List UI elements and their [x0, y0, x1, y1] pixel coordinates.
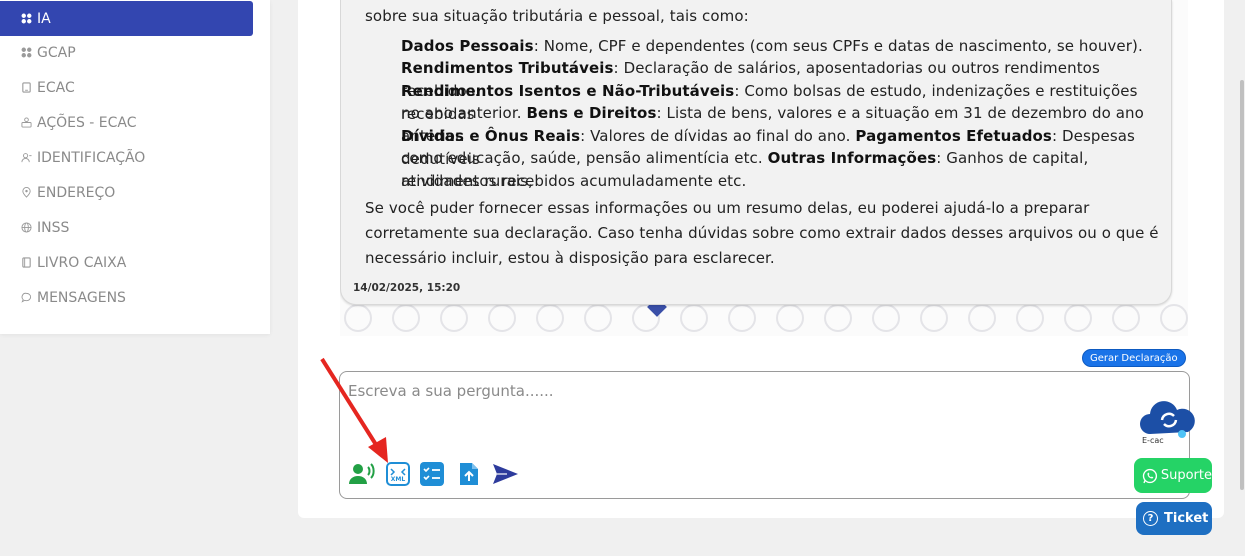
ecac-label: E-cac [1142, 436, 1164, 445]
page-scroll-thumb[interactable] [1240, 80, 1244, 490]
message-outro-line-3: necessário incluir, estou à disposição p… [365, 249, 775, 267]
suporte-label: Suporte [1160, 468, 1212, 483]
sidebar-item-identificacao[interactable]: IDENTIFICAÇÃO [0, 140, 253, 175]
ticket-label: Ticket [1164, 511, 1209, 526]
sidebar-item-label: AÇÕES - ECAC [37, 114, 137, 131]
question-input-box: XML [339, 371, 1190, 499]
sidebar-item-gcap[interactable]: GCAP [0, 35, 253, 70]
suporte-button[interactable]: Suporte [1134, 458, 1212, 493]
tablet-icon [21, 82, 32, 93]
message-item-continued: rendimentos recebidos acumuladamente etc… [401, 172, 747, 190]
sidebar-item-label: MENSAGENS [37, 289, 126, 306]
chat-area: sobre sua situação tributária e pessoal,… [340, 0, 1188, 336]
cloud-sync-icon [1140, 401, 1195, 438]
gerar-declaracao-button[interactable]: Gerar Declaração [1082, 349, 1186, 367]
message-intro: sobre sua situação tributária e pessoal,… [365, 7, 749, 25]
sidebar-item-label: ECAC [37, 79, 75, 96]
sidebar-item-livro-caixa[interactable]: LIVRO CAIXA [0, 245, 253, 280]
whatsapp-icon [1142, 468, 1158, 483]
sidebar-item-ecac[interactable]: ECAC [0, 70, 253, 105]
sidebar-item-label: INSS [37, 219, 70, 236]
svg-text:XML: XML [391, 476, 406, 483]
book-icon [21, 257, 32, 268]
main-panel: sobre sua situação tributária e pessoal,… [298, 0, 1224, 518]
message-timestamp: 14/02/2025, 15:20 [353, 282, 461, 294]
checklist-icon[interactable] [418, 460, 446, 488]
ecac-widget[interactable]: E-cac [1138, 398, 1200, 448]
ticket-button[interactable]: ? Ticket [1136, 502, 1212, 535]
assistant-message-bubble: sobre sua situação tributária e pessoal,… [340, 0, 1172, 305]
location-icon [21, 187, 32, 198]
sidebar: IA GCAP ECAC AÇÕES - ECAC IDENTIFICAÇÃO … [0, 0, 270, 334]
message-outro-line-2: corretamente sua declaração. Caso tenha … [365, 224, 1159, 242]
apps-icon [21, 47, 32, 58]
sidebar-item-inss[interactable]: INSS [0, 210, 253, 245]
sidebar-item-mensagens[interactable]: MENSAGENS [0, 280, 253, 315]
chat-icon [21, 292, 32, 303]
sidebar-item-label: ENDEREÇO [37, 184, 116, 201]
globe-icon [21, 222, 32, 233]
sidebar-item-label: IA [37, 10, 51, 27]
send-icon[interactable] [491, 460, 519, 488]
person-icon [21, 152, 32, 163]
message-item-dados-pessoais: Dados Pessoais: Nome, CPF e dependentes … [401, 37, 1143, 55]
people-icon [21, 117, 32, 128]
sidebar-item-label: GCAP [37, 44, 76, 61]
message-outro-line-1: Se você puder fornecer essas informações… [365, 199, 1090, 217]
file-upload-icon[interactable] [455, 460, 483, 488]
sidebar-item-label: LIVRO CAIXA [37, 254, 127, 271]
annotation-arrow-icon [320, 357, 388, 463]
question-icon: ? [1143, 511, 1158, 526]
sidebar-item-label: IDENTIFICAÇÃO [37, 149, 146, 166]
sidebar-item-endereco[interactable]: ENDEREÇO [0, 175, 253, 210]
chat-background-pattern [340, 300, 1188, 336]
sidebar-item-acoes-ecac[interactable]: AÇÕES - ECAC [0, 105, 253, 140]
question-input[interactable] [348, 382, 1108, 400]
apps-icon [21, 13, 32, 24]
sidebar-item-ia[interactable]: IA [0, 1, 253, 36]
